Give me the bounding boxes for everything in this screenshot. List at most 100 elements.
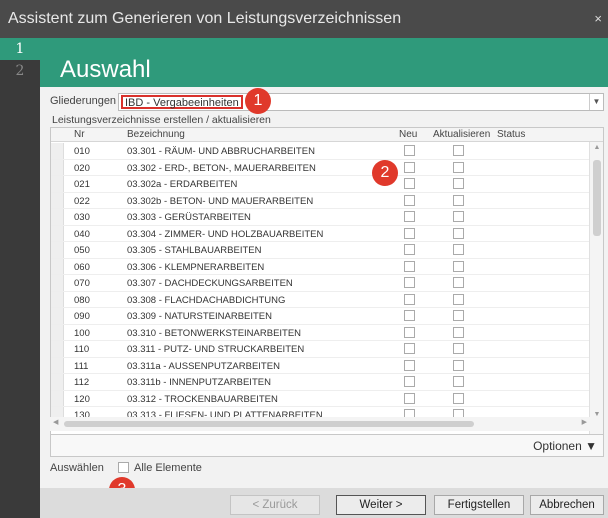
aktualisieren-checkbox[interactable]	[453, 227, 464, 239]
table-row[interactable]: 111 03.311a - AUSSENPUTZARBEITEN	[51, 357, 589, 374]
col-aktualisieren[interactable]: Aktualisieren	[433, 129, 490, 140]
aktualisieren-checkbox[interactable]	[453, 343, 464, 354]
row-selector[interactable]	[51, 357, 64, 373]
alle-elemente-label[interactable]: Alle Elemente	[134, 462, 202, 474]
neu-checkbox[interactable]	[404, 343, 415, 354]
neu-checkbox[interactable]	[404, 178, 415, 189]
button-bar: < Zurück Weiter > Fertigstellen Abbreche…	[40, 488, 608, 518]
horizontal-scrollbar[interactable]: ◀ ▶	[50, 417, 590, 431]
table-row[interactable]: 060 03.306 - KLEMPNERARBEITEN	[51, 258, 589, 275]
table-row[interactable]: 100 03.310 - BETONWERKSTEINARBEITEN	[51, 324, 589, 341]
horizontal-scroll-thumb[interactable]	[64, 421, 474, 427]
row-selector[interactable]	[51, 225, 64, 241]
row-selector[interactable]	[51, 291, 64, 307]
aktualisieren-checkbox[interactable]	[453, 326, 464, 338]
close-icon[interactable]: ×	[594, 0, 602, 38]
row-nr: 030	[74, 212, 90, 223]
aktualisieren-checkbox[interactable]	[453, 293, 464, 305]
scroll-left-icon[interactable]: ◀	[53, 418, 58, 426]
aktualisieren-checkbox[interactable]	[453, 260, 464, 272]
table-row[interactable]: 040 03.304 - ZIMMER- UND HOLZBAUARBEITEN	[51, 225, 589, 242]
aktualisieren-checkbox[interactable]	[453, 244, 464, 255]
gliederungen-select[interactable]: IBD - Vergabeeinheiten ▼	[118, 93, 604, 111]
neu-checkbox[interactable]	[404, 392, 415, 404]
aktualisieren-checkbox[interactable]	[453, 359, 464, 371]
aktualisieren-checkbox[interactable]	[453, 161, 464, 173]
col-status[interactable]: Status	[497, 129, 525, 140]
row-nr: 100	[74, 327, 90, 339]
row-selector[interactable]	[51, 341, 64, 357]
chevron-down-icon[interactable]: ▼	[589, 94, 603, 110]
col-neu[interactable]: Neu	[399, 129, 417, 140]
back-button[interactable]: < Zurück	[230, 495, 320, 515]
row-bezeichnung: 03.311b - INNENPUTZARBEITEN	[127, 377, 271, 388]
aktualisieren-checkbox[interactable]	[453, 145, 464, 156]
aktualisieren-checkbox[interactable]	[453, 194, 464, 206]
neu-checkbox[interactable]	[404, 310, 415, 321]
vertical-scrollbar[interactable]: ▲ ▼	[589, 142, 603, 434]
table-row[interactable]: 112 03.311b - INNENPUTZARBEITEN	[51, 374, 589, 391]
auswaehlen-label: Auswählen	[50, 462, 104, 474]
table-row[interactable]: 050 03.305 - STAHLBAUARBEITEN	[51, 242, 589, 259]
row-nr: 090	[74, 311, 90, 322]
aktualisieren-checkbox[interactable]	[453, 178, 464, 189]
neu-checkbox[interactable]	[404, 244, 415, 255]
table-row[interactable]: 080 03.308 - FLACHDACHABDICHTUNG	[51, 291, 589, 308]
row-selector[interactable]	[51, 390, 64, 406]
row-selector[interactable]	[51, 209, 64, 225]
row-selector[interactable]	[51, 374, 64, 390]
aktualisieren-checkbox[interactable]	[453, 211, 464, 222]
scroll-up-icon[interactable]: ▲	[590, 144, 603, 151]
table-row[interactable]: 020 03.302 - ERD-, BETON-, MAUERARBEITEN	[51, 159, 589, 176]
neu-checkbox[interactable]	[404, 376, 415, 387]
neu-checkbox[interactable]	[404, 227, 415, 239]
table-row[interactable]: 010 03.301 - RÄUM- UND ABBRUCHARBEITEN	[51, 143, 589, 160]
row-nr: 110	[74, 344, 90, 355]
aktualisieren-checkbox[interactable]	[453, 376, 464, 387]
neu-checkbox[interactable]	[404, 293, 415, 305]
gliederungen-value: IBD - Vergabeeinheiten	[121, 95, 243, 109]
row-selector[interactable]	[51, 258, 64, 274]
row-selector[interactable]	[51, 242, 64, 258]
neu-checkbox[interactable]	[404, 211, 415, 222]
row-selector[interactable]	[51, 308, 64, 324]
table-row[interactable]: 110 03.311 - PUTZ- UND STRUCKARBEITEN	[51, 341, 589, 358]
col-bezeichnung[interactable]: Bezeichnung	[127, 129, 185, 140]
alle-elemente-checkbox[interactable]	[118, 462, 129, 473]
aktualisieren-checkbox[interactable]	[453, 310, 464, 321]
neu-checkbox[interactable]	[404, 326, 415, 338]
row-selector[interactable]	[51, 275, 64, 291]
table-row[interactable]: 090 03.309 - NATURSTEINARBEITEN	[51, 308, 589, 325]
row-selector[interactable]	[51, 192, 64, 208]
table-row[interactable]: 070 03.307 - DACHDECKUNGSARBEITEN	[51, 275, 589, 292]
table-row[interactable]: 120 03.312 - TROCKENBAUARBEITEN	[51, 390, 589, 407]
optionen-button[interactable]: Optionen ▼	[533, 439, 597, 453]
next-button[interactable]: Weiter >	[336, 495, 426, 515]
step-2[interactable]: 2	[0, 60, 40, 82]
col-nr[interactable]: Nr	[74, 129, 85, 140]
table-row[interactable]: 030 03.303 - GERÜSTARBEITEN	[51, 209, 589, 226]
row-selector[interactable]	[51, 143, 64, 159]
neu-checkbox[interactable]	[404, 359, 415, 371]
row-nr: 010	[74, 146, 90, 157]
neu-checkbox[interactable]	[404, 194, 415, 206]
row-selector[interactable]	[51, 176, 64, 192]
row-nr: 111	[74, 360, 89, 372]
table-row[interactable]: 022 03.302b - BETON- UND MAUERARBEITEN	[51, 192, 589, 209]
finish-button[interactable]: Fertigstellen	[434, 495, 524, 515]
neu-checkbox[interactable]	[404, 145, 415, 156]
neu-checkbox[interactable]	[404, 260, 415, 272]
scroll-down-icon[interactable]: ▼	[590, 411, 603, 418]
row-selector[interactable]	[51, 159, 64, 175]
aktualisieren-checkbox[interactable]	[453, 277, 464, 288]
vertical-scroll-thumb[interactable]	[593, 160, 601, 236]
aktualisieren-checkbox[interactable]	[453, 392, 464, 404]
neu-checkbox[interactable]	[404, 161, 415, 173]
neu-checkbox[interactable]	[404, 277, 415, 288]
row-selector[interactable]	[51, 324, 64, 340]
title-bar: Assistent zum Generieren von Leistungsve…	[0, 0, 608, 38]
table-row[interactable]: 021 03.302a - ERDARBEITEN	[51, 176, 589, 193]
step-1[interactable]: 1	[0, 38, 40, 60]
scroll-right-icon[interactable]: ▶	[582, 418, 587, 426]
cancel-button[interactable]: Abbrechen	[530, 495, 604, 515]
